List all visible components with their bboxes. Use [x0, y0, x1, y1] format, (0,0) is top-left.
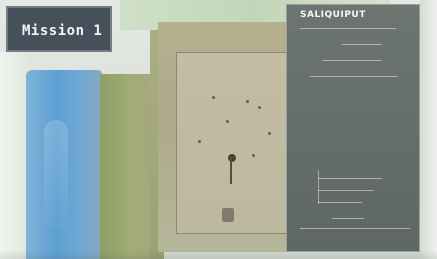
panel-line	[322, 60, 382, 61]
map-point	[198, 140, 201, 143]
map-point	[258, 106, 261, 109]
grass-bank	[100, 74, 152, 259]
map-point	[268, 132, 271, 135]
mission-banner: Mission 1	[6, 6, 112, 52]
map-point	[226, 120, 229, 123]
readout-block	[318, 170, 391, 204]
bottom-shade	[0, 250, 437, 259]
unit-figure	[222, 208, 234, 222]
water-shimmer	[44, 120, 68, 230]
panel-divider	[300, 28, 396, 29]
game-screen: SALIQUIPUT Mission 1	[0, 0, 437, 259]
map-point	[212, 96, 215, 99]
panel-line	[342, 44, 382, 45]
tactical-map[interactable]	[176, 52, 290, 234]
panel-line	[310, 76, 398, 77]
readout-line	[318, 202, 362, 203]
right-edge	[420, 0, 437, 259]
tactical-readout-panel	[286, 4, 420, 252]
readout-line	[318, 190, 374, 191]
panel-title: SALIQUIPUT	[300, 10, 366, 20]
unit-marker-pole	[230, 158, 238, 184]
panel-divider	[300, 228, 410, 229]
map-point	[246, 100, 249, 103]
readout-line	[318, 178, 382, 179]
mission-title: Mission 1	[22, 23, 103, 39]
readout-line	[332, 218, 364, 219]
map-point	[252, 154, 255, 157]
